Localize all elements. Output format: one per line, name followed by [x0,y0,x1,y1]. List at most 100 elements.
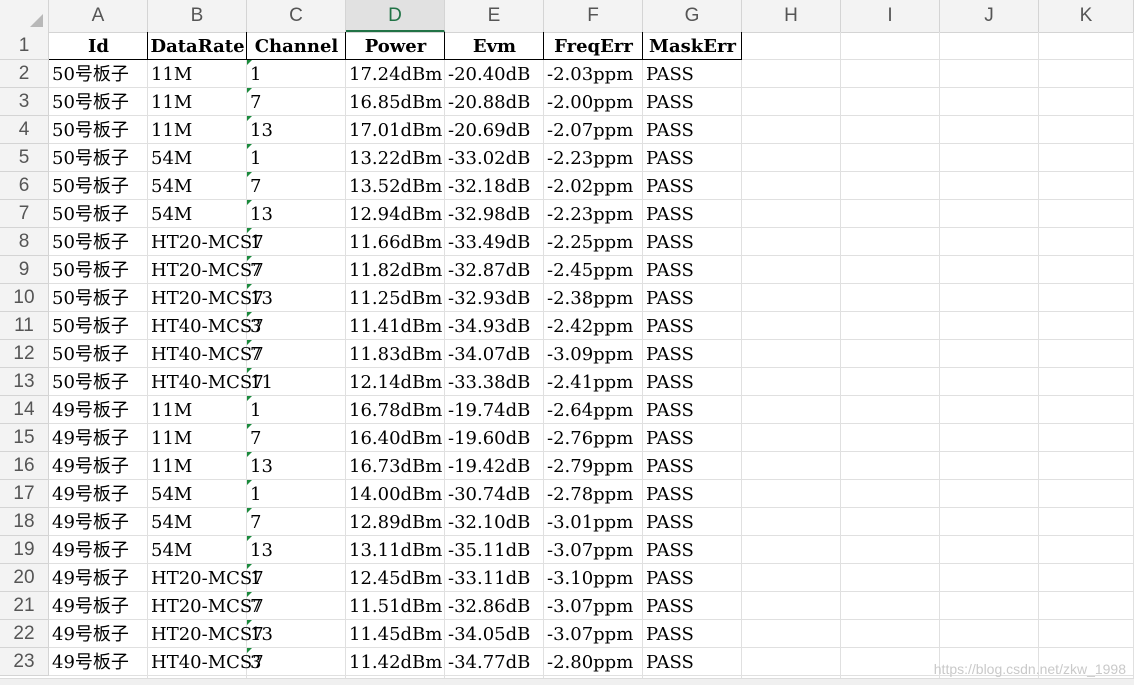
table-cell[interactable]: PASS [643,452,694,480]
table-cell[interactable]: -3.07ppm [544,620,633,648]
row-header[interactable]: 22 [0,620,49,648]
table-cell[interactable]: 14.00dBm [346,480,442,508]
table-cell[interactable]: -2.76ppm [544,424,633,452]
table-cell[interactable]: -2.23ppm [544,144,633,172]
table-cell[interactable]: 49号板子 [49,508,129,536]
row-header[interactable]: 6 [0,172,49,200]
row-header[interactable]: 16 [0,452,49,480]
table-cell[interactable]: 50号板子 [49,228,129,256]
table-cell[interactable]: PASS [643,116,694,144]
row-header[interactable]: 14 [0,396,49,424]
table-cell[interactable]: PASS [643,592,694,620]
column-header-d[interactable]: D [346,0,445,32]
table-cell[interactable]: 12.89dBm [346,508,442,536]
table-cell[interactable]: 16.73dBm [346,452,442,480]
row-header[interactable]: 5 [0,144,49,172]
row-header[interactable]: 13 [0,368,49,396]
table-cell[interactable]: -20.88dB [445,88,530,116]
table-cell[interactable]: -3.10ppm [544,564,633,592]
table-cell[interactable]: 11.41dBm [346,312,442,340]
table-cell[interactable]: 17.01dBm [346,116,442,144]
horizontal-scrollbar[interactable] [0,678,1134,685]
table-cell[interactable]: PASS [643,256,694,284]
table-cell[interactable]: 49号板子 [49,564,129,592]
table-cell[interactable]: 11M [148,60,192,88]
table-cell[interactable]: -2.00ppm [544,88,633,116]
table-cell[interactable]: 50号板子 [49,368,129,396]
table-cell[interactable]: 11.82dBm [346,256,442,284]
header-cell[interactable]: MaskErr [643,32,742,60]
row-header[interactable]: 1 [0,32,49,60]
table-cell[interactable]: 49号板子 [49,536,129,564]
table-cell[interactable]: 17.24dBm [346,60,442,88]
table-cell[interactable]: PASS [643,312,694,340]
table-cell[interactable]: -3.01ppm [544,508,633,536]
table-cell[interactable]: -2.42ppm [544,312,633,340]
table-cell[interactable]: -2.80ppm [544,648,633,676]
column-header-j[interactable]: J [940,0,1039,32]
row-header[interactable]: 19 [0,536,49,564]
table-cell[interactable]: 50号板子 [49,88,129,116]
table-cell[interactable]: 50号板子 [49,200,129,228]
row-header[interactable]: 23 [0,648,49,676]
table-cell[interactable]: PASS [643,144,694,172]
row-header[interactable]: 4 [0,116,49,144]
table-cell[interactable]: 16.85dBm [346,88,442,116]
row-header[interactable]: 2 [0,60,49,88]
table-cell[interactable]: -3.07ppm [544,592,633,620]
table-cell[interactable]: 11M [148,88,192,116]
table-cell[interactable]: -32.98dB [445,200,530,228]
table-cell[interactable]: -2.41ppm [544,368,633,396]
table-cell[interactable]: PASS [643,368,694,396]
table-cell[interactable]: 16.78dBm [346,396,442,424]
row-header[interactable]: 12 [0,340,49,368]
table-cell[interactable]: 49号板子 [49,592,129,620]
table-cell[interactable]: 50号板子 [49,116,129,144]
table-cell[interactable]: 54M [148,144,192,172]
table-cell[interactable]: 49号板子 [49,396,129,424]
column-header-h[interactable]: H [742,0,841,32]
table-cell[interactable]: 11M [148,396,192,424]
table-cell[interactable]: PASS [643,172,694,200]
table-cell[interactable]: PASS [643,424,694,452]
header-cell[interactable]: Power [346,32,445,60]
table-cell[interactable]: -33.49dB [445,228,530,256]
row-header[interactable]: 18 [0,508,49,536]
column-header-k[interactable]: K [1039,0,1134,32]
table-cell[interactable]: PASS [643,88,694,116]
table-cell[interactable]: -19.60dB [445,424,530,452]
table-cell[interactable]: PASS [643,508,694,536]
table-cell[interactable]: -20.69dB [445,116,530,144]
table-cell[interactable]: 54M [148,480,192,508]
table-cell[interactable]: 11.83dBm [346,340,442,368]
table-cell[interactable]: 12.45dBm [346,564,442,592]
table-cell[interactable]: -3.07ppm [544,536,633,564]
table-cell[interactable]: 54M [148,200,192,228]
table-cell[interactable]: -19.42dB [445,452,530,480]
table-cell[interactable]: 13.11dBm [346,536,442,564]
table-cell[interactable]: PASS [643,200,694,228]
table-cell[interactable]: -19.74dB [445,396,530,424]
table-cell[interactable]: 50号板子 [49,312,129,340]
column-header-i[interactable]: I [841,0,940,32]
table-cell[interactable]: -2.02ppm [544,172,633,200]
column-header-c[interactable]: C [247,0,346,32]
table-cell[interactable]: -2.03ppm [544,60,633,88]
select-all-corner[interactable] [0,0,49,32]
row-header[interactable]: 9 [0,256,49,284]
table-cell[interactable]: 50号板子 [49,256,129,284]
row-header[interactable]: 20 [0,564,49,592]
row-header[interactable]: 21 [0,592,49,620]
table-cell[interactable]: -33.11dB [445,564,530,592]
table-cell[interactable]: 50号板子 [49,172,129,200]
table-cell[interactable]: PASS [643,648,694,676]
table-cell[interactable]: -34.07dB [445,340,530,368]
column-header-g[interactable]: G [643,0,742,32]
table-cell[interactable]: 11.25dBm [346,284,442,312]
table-cell[interactable]: 12.94dBm [346,200,442,228]
column-header-f[interactable]: F [544,0,643,32]
table-cell[interactable]: 49号板子 [49,452,129,480]
header-cell[interactable]: FreqErr [544,32,643,60]
table-cell[interactable]: PASS [643,396,694,424]
table-cell[interactable]: PASS [643,620,694,648]
